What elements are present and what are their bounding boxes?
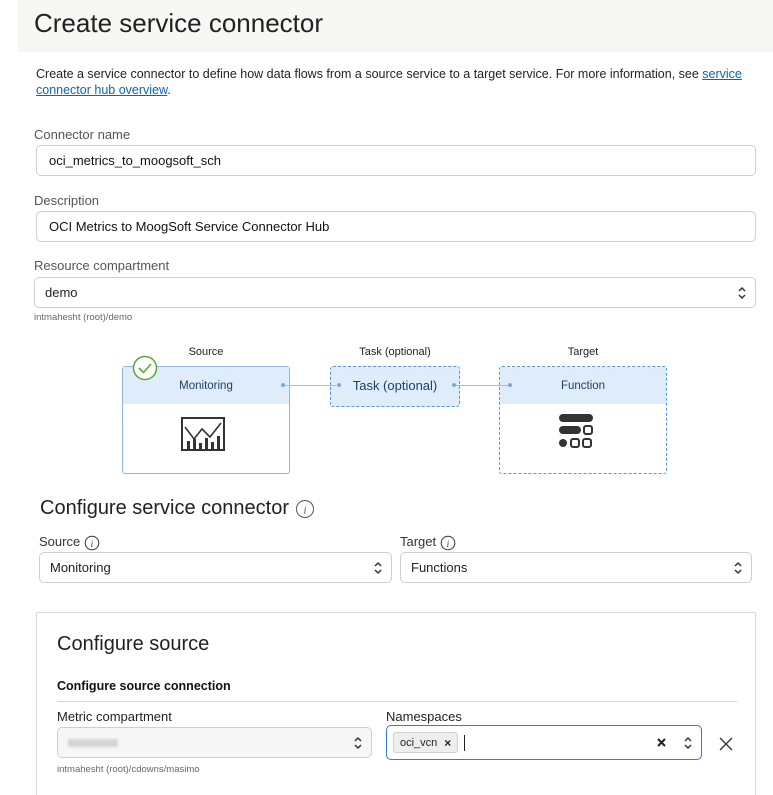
intro-period: . [167,83,171,97]
monitoring-chart-icon [181,417,225,451]
divider [57,701,737,702]
diagram-target-name: Function [500,367,666,404]
namespace-chip: oci_vcn × [393,732,459,753]
intro-text: Create a service connector to define how… [36,66,766,98]
redacted-value [68,738,118,747]
diagram-target-heading: Target [567,346,599,358]
info-icon[interactable]: i [295,499,315,519]
resource-compartment-label: Resource compartment [34,258,170,273]
target-label: Target [400,534,437,549]
configure-source-connection-heading: Configure source connection [57,679,231,693]
connector-name-label: Connector name [34,127,131,142]
connector-dot [337,383,341,387]
description-label: Description [34,193,100,208]
chevron-updown-icon [354,736,362,750]
diagram-task-name: Task (optional) [352,378,438,393]
intro-sentence: Create a service connector to define how… [36,67,703,81]
page-title: Create service connector [34,8,324,38]
metric-compartment-label: Metric compartment [57,709,172,724]
namespaces-multiselect[interactable]: oci_vcn × [386,725,702,760]
description-input[interactable]: OCI Metrics to MoogSoft Service Connecto… [36,211,756,242]
configure-source-title: Configure source [57,633,210,655]
connector-dot [508,383,512,387]
target-label-row: Target i [400,534,456,551]
clear-icon[interactable] [656,737,667,748]
source-service-value: Monitoring [50,560,111,575]
resource-compartment-select[interactable]: demo [34,277,756,308]
source-label: Source [39,534,81,549]
diagram-task-box[interactable]: Task (optional) [330,366,460,407]
resource-compartment-helper: intmahesht (root)/demo [34,312,133,323]
metric-compartment-helper: intmahesht (root)/cdowns/masimo [57,764,200,775]
info-icon[interactable]: i [84,535,100,551]
check-circle-icon [132,355,158,381]
connector-dot [281,383,285,387]
remove-chip-icon[interactable]: × [444,736,451,750]
chevron-updown-icon [734,561,742,575]
connector-line-task-target [455,385,509,386]
chevron-updown-icon [684,736,692,750]
target-service-value: Functions [411,560,468,575]
chevron-updown-icon [374,561,382,575]
namespace-chip-label: oci_vcn [400,736,438,749]
svg-text:i: i [303,504,306,516]
target-service-select[interactable]: Functions [400,552,752,583]
diagram-task-heading: Task (optional) [359,346,431,358]
function-icon [559,414,593,448]
diagram-target-box[interactable]: Function [499,366,667,474]
connector-dot [452,383,456,387]
namespaces-label: Namespaces [386,709,462,724]
configure-service-connector-heading: Configure service connector i [40,497,315,520]
connector-name-input[interactable]: oci_metrics_to_moogsoft_sch [36,145,756,176]
svg-text:i: i [446,539,449,549]
connector-line-source-task [282,385,336,386]
source-label-row: Source i [39,534,100,551]
info-icon[interactable]: i [440,535,456,551]
svg-text:i: i [91,539,94,549]
configure-title: Configure service connector [40,497,290,519]
metric-compartment-select[interactable] [57,727,372,758]
close-icon[interactable] [719,737,733,751]
chevron-updown-icon [738,286,746,300]
configure-source-card: Configure source Configure source connec… [36,612,756,795]
text-caret [464,734,466,751]
resource-compartment-value: demo [45,285,78,300]
page-header: Create service connector [18,0,773,52]
source-service-select[interactable]: Monitoring [39,552,392,583]
diagram-source-box[interactable]: Monitoring [122,366,290,474]
